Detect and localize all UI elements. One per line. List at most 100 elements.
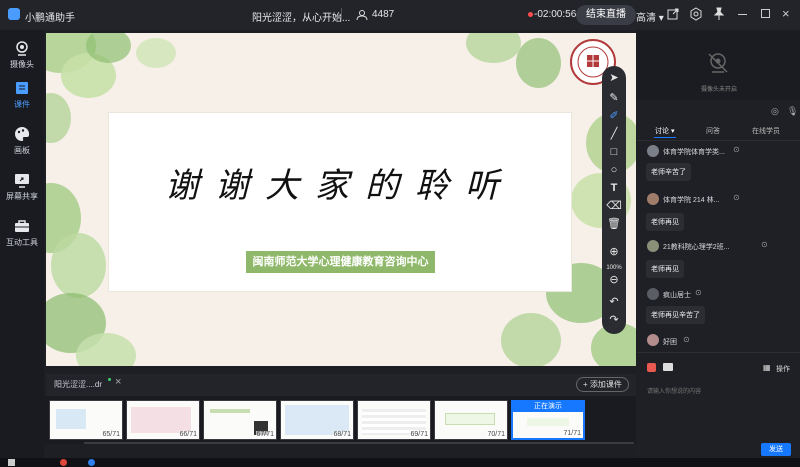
slide-thumbnail[interactable]: 66/71 bbox=[126, 400, 200, 440]
session-title: 阳光涩涩，从心开始... bbox=[252, 13, 351, 24]
rail-camera[interactable]: 摄像头 bbox=[0, 40, 44, 70]
reply-icon[interactable]: ⊙ bbox=[733, 193, 740, 202]
tab-qa[interactable]: 问答 bbox=[706, 126, 720, 136]
rail-camera-label: 摄像头 bbox=[10, 60, 34, 69]
brush-icon[interactable]: ✎ bbox=[606, 90, 622, 106]
reply-icon[interactable]: ⊙ bbox=[683, 335, 690, 344]
tab-discussion[interactable]: 讨论 ▾ bbox=[655, 126, 674, 136]
avatar bbox=[647, 288, 659, 300]
slide-thumbnail[interactable]: 67/71 bbox=[203, 400, 277, 440]
rail-screen-share-label: 屏幕共享 bbox=[6, 192, 38, 201]
leaf-decoration bbox=[51, 233, 106, 298]
close-file-icon[interactable]: × bbox=[115, 376, 121, 388]
slide-thumbnail-active[interactable]: 正在演示 71/71 bbox=[511, 400, 585, 440]
leaf-decoration bbox=[86, 33, 131, 63]
live-timer: -02:00:56 bbox=[534, 9, 577, 20]
microphone-icon[interactable]: 🎙 bbox=[787, 106, 798, 117]
share-icon[interactable] bbox=[666, 7, 680, 26]
app-icon[interactable] bbox=[88, 459, 95, 466]
slide-headline: 谢谢大家的聆听 bbox=[165, 166, 515, 206]
rail-toolbox[interactable]: 互动工具 bbox=[0, 218, 44, 248]
rail-screen-share[interactable]: 屏幕共享 bbox=[0, 172, 44, 202]
message-sender: 21教科院心理学2班... bbox=[663, 244, 730, 251]
undo-icon[interactable]: ↶ bbox=[606, 294, 622, 310]
cursor-icon[interactable]: ➤ bbox=[606, 70, 622, 86]
circle-icon[interactable]: ○ bbox=[606, 162, 622, 178]
slide-thumbnail[interactable]: 69/71 bbox=[357, 400, 431, 440]
reply-icon[interactable]: ⊙ bbox=[733, 145, 740, 154]
file-tab[interactable]: 阳光涩涩....dr bbox=[54, 379, 102, 390]
browser-icon[interactable] bbox=[60, 459, 67, 466]
text-icon[interactable]: T bbox=[606, 180, 622, 196]
pin-icon[interactable] bbox=[712, 7, 726, 26]
settings-icon[interactable] bbox=[689, 7, 703, 26]
app-title: 小鹏通助手 bbox=[25, 13, 75, 24]
message-sender: 体育学院体育学类... bbox=[663, 149, 725, 156]
folder-icon[interactable] bbox=[663, 363, 673, 371]
zoom-out-icon[interactable]: ⊖ bbox=[606, 272, 622, 288]
rectangle-icon[interactable]: □ bbox=[606, 144, 622, 160]
rail-toolbox-label: 互动工具 bbox=[6, 238, 38, 247]
reply-icon[interactable]: ⊙ bbox=[695, 288, 702, 297]
status-dot-icon bbox=[108, 378, 111, 381]
message-bubble: 老师再见 bbox=[646, 260, 684, 278]
add-courseware-button[interactable]: + 添加课件 bbox=[576, 377, 629, 392]
palette-icon bbox=[15, 126, 30, 141]
thumbnail-number: 65/71 bbox=[102, 431, 120, 438]
slide-center-name: 闽南师范大学心理健康教育咨询中心 bbox=[246, 251, 435, 273]
rail-courseware-label: 课件 bbox=[14, 100, 30, 109]
thumbnail-number: 71/71 bbox=[563, 430, 581, 437]
leaf-decoration bbox=[466, 33, 521, 63]
rail-palette[interactable]: 画板 bbox=[0, 126, 44, 156]
maximize-icon[interactable] bbox=[761, 9, 770, 18]
operate-button[interactable]: 操作 bbox=[776, 364, 790, 374]
annotation-toolbar: ➤ ✎ ✐ ╱ □ ○ T ⌫ 🗑 ⊕ 100% ⊖ ↶ ↷ bbox=[602, 66, 626, 334]
slide-canvas[interactable]: 谢谢大家的聆听 闽南师范大学心理健康教育咨询中心 bbox=[46, 33, 636, 366]
active-tab-indicator bbox=[654, 137, 676, 138]
app-logo-icon bbox=[8, 8, 20, 20]
redo-icon[interactable]: ↷ bbox=[606, 312, 622, 328]
avatar bbox=[647, 193, 659, 205]
thumbnail-number: 67/71 bbox=[256, 431, 274, 438]
line-icon[interactable]: ╱ bbox=[606, 126, 622, 142]
camera-preview: 摄像头未开启 bbox=[637, 30, 800, 100]
pen-icon[interactable]: ✐ bbox=[606, 108, 622, 124]
slide-thumbnail[interactable]: 65/71 bbox=[49, 400, 123, 440]
zoom-in-icon[interactable]: ⊕ bbox=[606, 244, 622, 260]
divider bbox=[637, 352, 800, 353]
right-panel: 摄像头未开启 ◎ 🎙 讨论 ▾ 问答 在线学员 体育学院体育学类... ⊙ 老师… bbox=[637, 30, 800, 458]
leaf-decoration bbox=[46, 93, 71, 143]
message-bubble: 老师再见辛苦了 bbox=[646, 306, 705, 324]
avatar bbox=[647, 334, 659, 346]
eraser-icon[interactable]: ⌫ bbox=[606, 198, 622, 214]
chat-input[interactable] bbox=[645, 385, 793, 399]
viewer-count: 4487 bbox=[372, 9, 395, 20]
presenting-badge: 正在演示 bbox=[513, 402, 583, 412]
gift-icon[interactable] bbox=[647, 363, 656, 372]
end-live-button[interactable]: 结束直播 bbox=[576, 5, 636, 25]
close-icon[interactable]: × bbox=[782, 6, 790, 21]
file-bar: 阳光涩涩....dr × + 添加课件 bbox=[46, 374, 636, 396]
reply-icon[interactable]: ⊙ bbox=[761, 240, 768, 249]
slide-thumbnail[interactable]: 70/71 bbox=[434, 400, 508, 440]
send-button[interactable]: 发送 bbox=[761, 443, 791, 456]
leaf-decoration bbox=[136, 38, 176, 68]
message-bubble: 老师再见 bbox=[646, 213, 684, 231]
slide-thumbnail[interactable]: 68/71 bbox=[280, 400, 354, 440]
tab-online-students[interactable]: 在线学员 bbox=[752, 126, 780, 136]
minimize-icon[interactable] bbox=[738, 14, 747, 15]
thumbnail-strip: 65/71 66/71 67/71 68/71 69/71 70/71 正在演示… bbox=[44, 396, 636, 444]
quality-select[interactable]: 高清 ▾ bbox=[636, 9, 664, 24]
rail-courseware[interactable]: 课件 bbox=[0, 80, 44, 110]
thumbnail-number: 69/71 bbox=[410, 431, 428, 438]
start-icon[interactable] bbox=[8, 459, 15, 466]
thumbnail-scrollbar[interactable] bbox=[84, 442, 634, 444]
camera-off-icon bbox=[708, 53, 728, 73]
speaker-icon[interactable]: ◎ bbox=[771, 106, 779, 117]
message-sender: 体育学院 214 林... bbox=[663, 197, 720, 204]
rail-palette-label: 画板 bbox=[14, 146, 30, 155]
message-bubble: 老师辛苦了 bbox=[646, 163, 691, 181]
camera-icon bbox=[16, 41, 28, 56]
trash-icon[interactable]: 🗑 bbox=[606, 216, 622, 232]
avatar bbox=[647, 240, 659, 252]
